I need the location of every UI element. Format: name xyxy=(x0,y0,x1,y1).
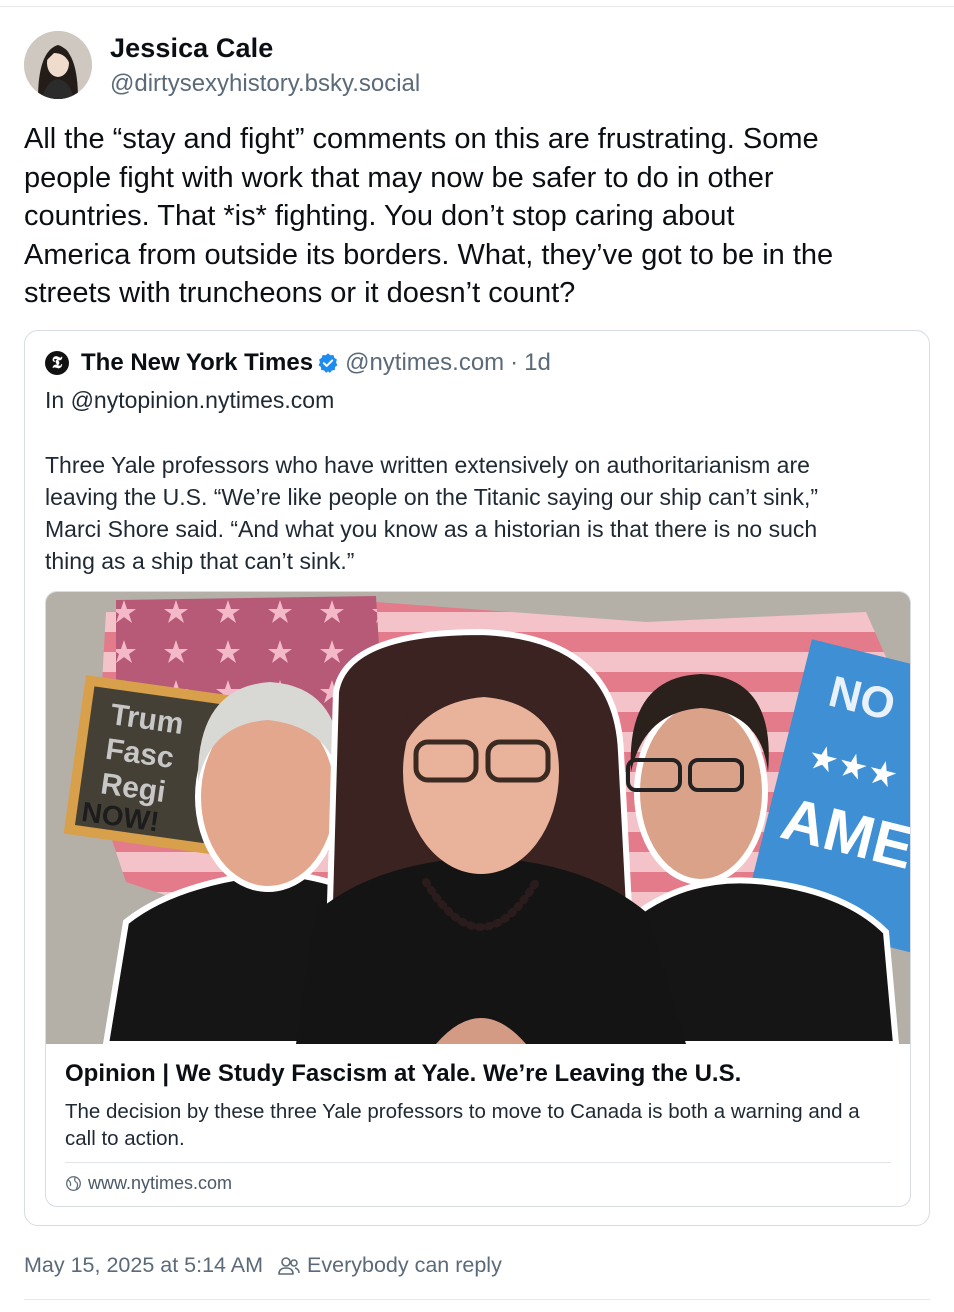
post-text: All the “stay and fight” comments on thi… xyxy=(24,123,834,309)
quote-author-name[interactable]: The New York Times xyxy=(81,349,313,377)
bottom-divider xyxy=(24,1299,930,1300)
quote-header: 𝕿 The New York Times @nytimes.com · 1d xyxy=(45,349,551,377)
link-card[interactable]: Trum Fasc Regi NOW! NO ★★★ AME Opinion |… xyxy=(45,591,911,1207)
quoted-post[interactable]: 𝕿 The New York Times @nytimes.com · 1d I… xyxy=(24,330,930,1226)
link-card-domain-row[interactable]: www.nytimes.com xyxy=(65,1173,232,1194)
link-card-divider xyxy=(65,1162,891,1163)
reply-setting[interactable]: Everybody can reply xyxy=(307,1253,502,1278)
link-card-domain[interactable]: www.nytimes.com xyxy=(88,1173,232,1194)
nyt-logo-icon: 𝕿 xyxy=(45,351,69,375)
quote-age[interactable]: 1d xyxy=(524,349,551,377)
post-footer: May 15, 2025 at 5:14 AM Everybody can re… xyxy=(24,1253,502,1278)
meta-separator: · xyxy=(510,349,519,376)
globe-icon xyxy=(66,1176,81,1191)
people-icon xyxy=(278,1256,300,1275)
post-author: Jessica Cale @dirtysexyhistory.bsky.soci… xyxy=(24,31,420,99)
author-display-name[interactable]: Jessica Cale xyxy=(110,33,420,64)
verified-badge-icon xyxy=(318,353,338,373)
quote-in-line[interactable]: In @nytopinion.nytimes.com xyxy=(45,387,334,414)
top-divider xyxy=(0,6,954,7)
link-card-description: The decision by these three Yale profess… xyxy=(65,1100,860,1150)
post-timestamp[interactable]: May 15, 2025 at 5:14 AM xyxy=(24,1253,263,1278)
quote-handle[interactable]: @nytimes.com xyxy=(345,349,504,377)
author-handle[interactable]: @dirtysexyhistory.bsky.social xyxy=(110,70,420,98)
quote-text: Three Yale professors who have written e… xyxy=(45,452,819,574)
link-card-image: Trum Fasc Regi NOW! NO ★★★ AME xyxy=(46,592,910,1044)
link-card-title[interactable]: Opinion | We Study Fascism at Yale. We’r… xyxy=(65,1060,741,1088)
author-avatar[interactable] xyxy=(24,31,92,99)
